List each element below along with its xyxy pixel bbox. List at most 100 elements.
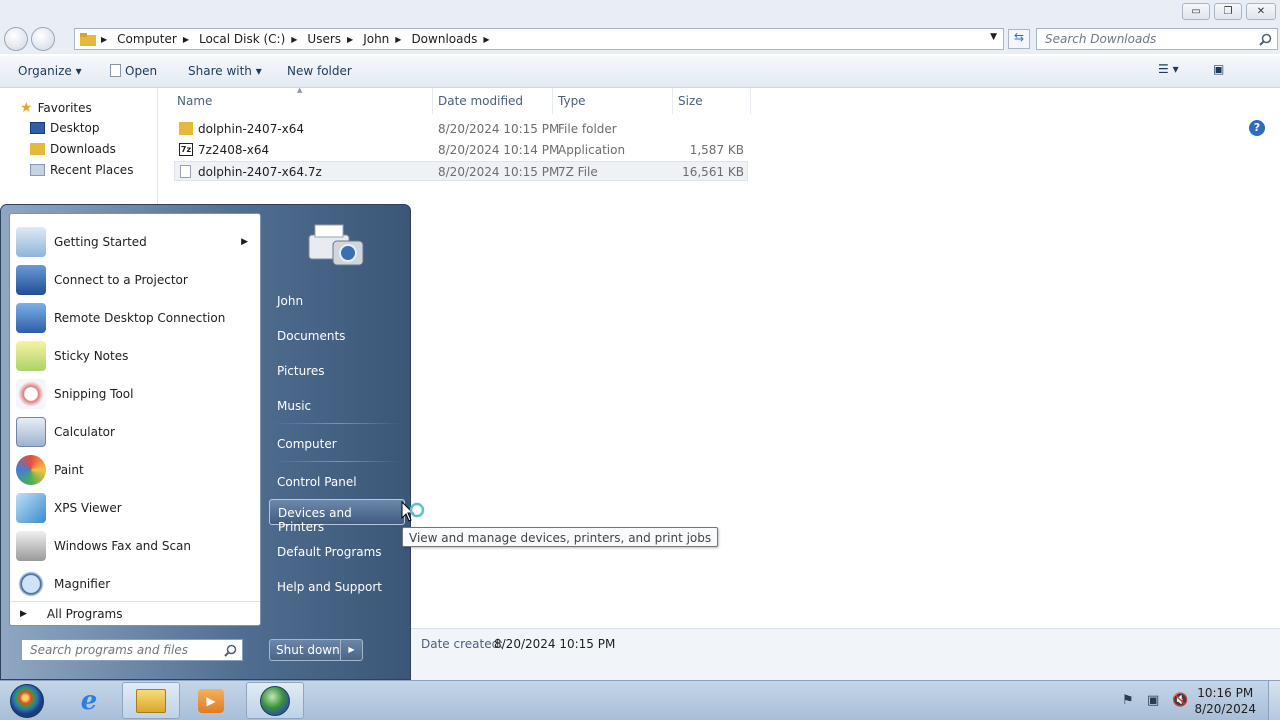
chevron-right-icon[interactable]: ▶ [291, 35, 297, 44]
start-search-input[interactable]: Search programs and files [21, 639, 243, 661]
sort-arrow-icon: ▲ [297, 86, 303, 94]
chevron-right-icon[interactable]: ▶ [183, 35, 189, 44]
sticky-notes-icon [16, 341, 46, 371]
fax-scan-icon [16, 531, 46, 561]
program-remote-desktop[interactable]: Remote Desktop Connection [10, 299, 260, 337]
place-user-john[interactable]: John [269, 288, 405, 314]
close-button[interactable]: ✕ [1246, 3, 1276, 20]
action-center-flag-icon[interactable]: ⚑ [1122, 693, 1134, 708]
file-size: 16,561 KB [682, 165, 744, 179]
file-row[interactable]: 7z 7z2408-x64 8/20/2024 10:14 PM Applica… [174, 140, 748, 160]
taskbar-windows-explorer[interactable] [122, 682, 180, 719]
column-header-size[interactable]: Size [678, 94, 703, 108]
program-label: Remote Desktop Connection [54, 311, 226, 325]
title-bar: ▭ ❐ ✕ [0, 0, 1280, 24]
shutdown-button[interactable]: Shut down ▶ [269, 639, 363, 661]
file-row[interactable]: dolphin-2407-x64 8/20/2024 10:15 PM File… [174, 119, 748, 139]
place-computer[interactable]: Computer [269, 431, 405, 457]
shutdown-options-arrow-icon[interactable]: ▶ [340, 640, 362, 660]
file-date: 8/20/2024 10:15 PM [438, 165, 560, 179]
column-header-type[interactable]: Type [558, 94, 586, 108]
xps-viewer-icon [16, 493, 46, 523]
taskbar-clock[interactable]: 10:16 PM 8/20/2024 [1194, 685, 1256, 717]
new-folder-button[interactable]: New folder [287, 64, 352, 78]
place-default-programs[interactable]: Default Programs [269, 539, 405, 565]
magnifier-icon [16, 569, 46, 599]
column-header-name[interactable]: Name [177, 94, 212, 108]
breadcrumb-downloads[interactable]: Downloads [411, 32, 477, 46]
place-control-panel[interactable]: Control Panel [269, 469, 405, 495]
place-pictures[interactable]: Pictures [269, 358, 405, 384]
program-magnifier[interactable]: Magnifier [10, 565, 260, 603]
chevron-right-icon[interactable]: ▶ [395, 35, 401, 44]
minimize-button[interactable]: ▭ [1182, 3, 1210, 20]
volume-muted-icon[interactable]: 🔇 [1172, 693, 1188, 708]
program-snipping-tool[interactable]: Snipping Tool [10, 375, 260, 413]
projector-icon [16, 265, 46, 295]
7zip-app-icon: 7z [179, 143, 193, 156]
clock-time: 10:16 PM [1197, 686, 1254, 700]
back-button[interactable] [4, 27, 28, 51]
start-menu: Getting Started ▶ Connect to a Projector… [0, 204, 411, 680]
column-header-date[interactable]: Date modified [438, 94, 523, 108]
breadcrumb-local-disk[interactable]: Local Disk (C:) [199, 32, 285, 46]
breadcrumb-computer[interactable]: Computer [117, 32, 177, 46]
document-icon [110, 64, 121, 77]
details-label: Date created: [421, 637, 504, 651]
place-help-support[interactable]: Help and Support [269, 574, 405, 600]
program-connect-projector[interactable]: Connect to a Projector [10, 261, 260, 299]
network-icon[interactable]: ▣ [1147, 693, 1159, 708]
shutdown-label: Shut down [276, 643, 340, 657]
taskbar-internet-explorer[interactable]: e [60, 682, 118, 719]
program-xps-viewer[interactable]: XPS Viewer [10, 489, 260, 527]
share-with-button[interactable]: Share with ▾ [188, 64, 262, 78]
dropdown-arrow-icon[interactable]: ▼ [990, 32, 997, 42]
program-getting-started[interactable]: Getting Started ▶ [10, 223, 260, 261]
program-label: Windows Fax and Scan [54, 539, 192, 553]
view-options-icon[interactable]: ☰ ▾ [1158, 62, 1179, 76]
forward-button[interactable] [31, 27, 55, 51]
nav-favorites[interactable]: ★ Favorites [20, 100, 92, 116]
remote-desktop-icon [16, 303, 46, 333]
taskbar: e ▶ ⚑ ▣ 🔇 10:16 PM 8/20/2024 [0, 680, 1280, 720]
open-button[interactable]: Open [110, 64, 157, 78]
nav-recent-places[interactable]: Recent Places [30, 163, 133, 177]
place-documents[interactable]: Documents [269, 323, 405, 349]
program-label: Getting Started [54, 235, 147, 249]
file-row[interactable]: dolphin-2407-x64.7z 8/20/2024 10:15 PM 7… [174, 161, 748, 181]
snipping-tool-icon [16, 379, 46, 409]
column-divider[interactable] [552, 88, 553, 114]
nav-desktop[interactable]: Desktop [30, 121, 100, 135]
chevron-right-icon[interactable]: ▶ [483, 35, 489, 44]
program-label: XPS Viewer [54, 501, 122, 515]
column-divider[interactable] [432, 88, 433, 114]
place-devices-printers[interactable]: Devices and Printers [269, 499, 405, 534]
breadcrumb-users[interactable]: Users [307, 32, 341, 46]
refresh-icon[interactable]: ⇆ [1008, 29, 1030, 49]
program-paint[interactable]: Paint [10, 451, 260, 489]
show-desktop-button[interactable] [1268, 681, 1280, 720]
program-calculator[interactable]: Calculator [10, 413, 260, 451]
search-icon [1259, 33, 1272, 46]
all-programs-button[interactable]: ▶ All Programs [10, 601, 260, 625]
search-input[interactable]: Search Downloads [1036, 28, 1278, 50]
address-bar[interactable]: ▶ Computer ▶ Local Disk (C:) ▶ Users ▶ John… [74, 28, 1004, 50]
internet-explorer-icon: e [80, 685, 98, 716]
column-divider[interactable] [672, 88, 673, 114]
column-divider[interactable] [750, 88, 751, 114]
start-button[interactable] [0, 682, 54, 719]
preview-pane-icon[interactable]: ▣ [1213, 62, 1224, 76]
paint-icon [16, 455, 46, 485]
taskbar-devices-app[interactable] [246, 682, 304, 719]
nav-downloads[interactable]: Downloads [30, 142, 116, 156]
maximize-button[interactable]: ❐ [1214, 3, 1242, 20]
place-music[interactable]: Music [269, 393, 405, 419]
breadcrumb-john[interactable]: John [363, 32, 389, 46]
chevron-right-icon[interactable]: ▶ [241, 237, 248, 247]
getting-started-icon [16, 227, 46, 257]
taskbar-media-player[interactable]: ▶ [182, 682, 240, 719]
organize-button[interactable]: Organize ▾ [18, 64, 82, 78]
program-fax-scan[interactable]: Windows Fax and Scan [10, 527, 260, 565]
chevron-right-icon[interactable]: ▶ [347, 35, 353, 44]
program-sticky-notes[interactable]: Sticky Notes [10, 337, 260, 375]
